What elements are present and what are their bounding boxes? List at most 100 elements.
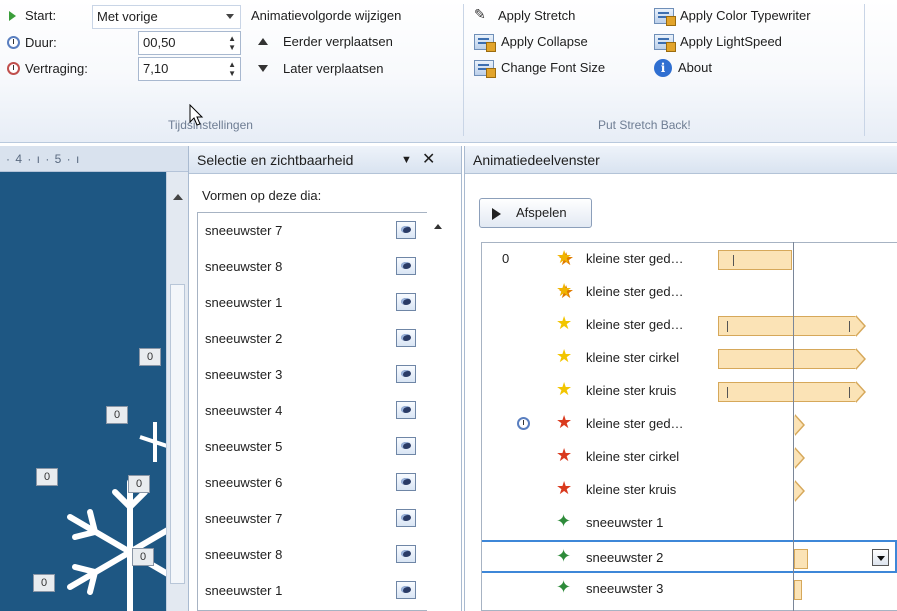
visibility-eye-icon[interactable] [396, 329, 416, 347]
timeline-tick [733, 255, 734, 266]
list-item[interactable]: sneeuwster 7 [198, 501, 427, 537]
list-item[interactable]: sneeuwster 1 [198, 573, 427, 609]
scroll-up-icon[interactable] [434, 224, 442, 229]
animation-row[interactable]: ✦ sneeuwster 2 [482, 540, 897, 573]
list-item[interactable]: sneeuwster 7 [198, 213, 427, 249]
list-item[interactable]: sneeuwster 3 [198, 357, 427, 393]
timeline-bar[interactable] [718, 250, 792, 270]
list-item[interactable]: sneeuwster 8 [198, 537, 427, 573]
timeline-arrow [855, 315, 866, 337]
shape-name: sneeuwster 6 [205, 475, 283, 490]
shapes-list-scrollbar[interactable] [427, 212, 451, 611]
visibility-eye-icon[interactable] [396, 509, 416, 527]
vertical-scrollbar[interactable] [166, 172, 188, 611]
add-in-icon [654, 8, 676, 26]
timeline-tick [849, 321, 850, 332]
delay-input[interactable]: 7,10 ▲ ▼ [138, 57, 241, 81]
animation-label: kleine ster kruis [586, 482, 677, 497]
animation-row[interactable]: ★ kleine ster kruis [482, 474, 897, 507]
apply-color-typewriter-button[interactable]: Apply Color Typewriter [652, 5, 862, 29]
start-value: Met vorige [97, 9, 158, 24]
visibility-eye-icon[interactable] [396, 545, 416, 563]
about-button[interactable]: i About [652, 57, 752, 81]
animation-row[interactable]: ★ kleine ster ged… [482, 309, 897, 342]
clock-icon [7, 36, 20, 49]
move-earlier-button[interactable]: Eerder verplaatsen [255, 30, 455, 54]
animation-list: 0 ★ kleine ster ged… ★ kleine ster ged… ★ klei… [481, 242, 897, 611]
list-item[interactable]: sneeuwster 8 [198, 249, 427, 285]
timeline-bar[interactable] [718, 349, 856, 369]
shape-name: sneeuwster 1 [205, 295, 283, 310]
visibility-eye-icon[interactable] [396, 473, 416, 491]
apply-collapse-button[interactable]: Apply Collapse [472, 31, 642, 55]
animation-row[interactable]: ★ kleine ster ged… [482, 408, 897, 441]
selection-pane: Selectie en zichtbaarheid ▼ ✕ Vormen op … [188, 146, 462, 611]
animation-row[interactable]: ✦ sneeuwster 1 [482, 507, 897, 540]
apply-stretch-label: Apply Stretch [498, 8, 576, 23]
multi-star-icon: ★ [556, 247, 573, 268]
mouse-cursor-icon [189, 104, 204, 126]
animation-number-badge[interactable]: 0 [106, 406, 128, 424]
list-item[interactable]: sneeuwster 6 [198, 465, 427, 501]
apply-lightspeed-button[interactable]: Apply LightSpeed [652, 31, 862, 55]
scroll-up-icon[interactable] [173, 194, 183, 200]
list-item[interactable]: sneeuwster 2 [198, 321, 427, 357]
timeline-bar[interactable] [718, 316, 856, 336]
multi-star-icon: ★ [556, 280, 573, 301]
shape-name: sneeuwster 1 [205, 583, 283, 598]
green-star-icon: ✦ [556, 546, 572, 567]
animation-number-badge[interactable]: 0 [139, 348, 161, 366]
info-icon: i [654, 59, 672, 77]
animation-label: kleine ster kruis [586, 383, 677, 398]
chevron-down-icon [226, 14, 234, 19]
close-icon[interactable]: ✕ [422, 146, 435, 174]
visibility-eye-icon[interactable] [396, 581, 416, 599]
apply-color-typewriter-label: Apply Color Typewriter [680, 8, 811, 23]
timeline-bar[interactable] [794, 580, 802, 600]
slide-canvas[interactable]: 0 0 0 0 0 0 [0, 172, 166, 611]
move-earlier-label: Eerder verplaatsen [283, 34, 393, 49]
apply-stretch-button[interactable]: ✎ Apply Stretch [472, 5, 642, 29]
timeline-arrow [855, 381, 866, 403]
animation-row[interactable]: 0 ★ kleine ster ged… [482, 243, 897, 276]
spinner-arrows-icon[interactable]: ▲ ▼ [228, 34, 236, 52]
play-button[interactable]: Afspelen [479, 198, 592, 228]
animation-row[interactable]: ★ kleine ster kruis [482, 375, 897, 408]
animation-row[interactable]: ★ kleine ster ged… [482, 276, 897, 309]
timeline-arrow [794, 447, 805, 469]
start-dropdown[interactable]: Met vorige [92, 5, 241, 29]
animation-row[interactable]: ★ kleine ster cirkel [482, 441, 897, 474]
shape-name: sneeuwster 8 [205, 547, 283, 562]
list-item[interactable]: sneeuwster 5 [198, 429, 427, 465]
duration-input[interactable]: 00,50 ▲ ▼ [138, 31, 241, 55]
shape-name: sneeuwster 7 [205, 511, 283, 526]
timeline-bar[interactable] [794, 549, 808, 569]
green-star-icon: ✦ [556, 511, 572, 532]
list-item[interactable]: sneeuwster 4 [198, 393, 427, 429]
pane-menu-chevron-icon[interactable]: ▼ [401, 146, 412, 174]
visibility-eye-icon[interactable] [396, 437, 416, 455]
animation-row[interactable]: ✦ sneeuwster 3 [482, 573, 897, 606]
after-previous-clock-icon [517, 417, 530, 430]
move-later-button[interactable]: Later verplaatsen [255, 56, 455, 80]
change-font-size-button[interactable]: Change Font Size [472, 57, 652, 81]
animation-number-badge[interactable]: 0 [36, 468, 58, 486]
visibility-eye-icon[interactable] [396, 257, 416, 275]
shape-name: sneeuwster 5 [205, 439, 283, 454]
visibility-eye-icon[interactable] [396, 221, 416, 239]
visibility-eye-icon[interactable] [396, 401, 416, 419]
animation-label: kleine ster cirkel [586, 449, 680, 464]
timeline-tick [849, 387, 850, 398]
animation-number-badge[interactable]: 0 [128, 475, 150, 493]
timeline-bar[interactable] [718, 382, 856, 402]
animation-number-badge[interactable]: 0 [132, 548, 154, 566]
visibility-eye-icon[interactable] [396, 365, 416, 383]
animation-number-badge[interactable]: 0 [33, 574, 55, 592]
selection-pane-header: Selectie en zichtbaarheid ▼ ✕ [189, 146, 461, 174]
visibility-eye-icon[interactable] [396, 293, 416, 311]
animation-row[interactable]: ★ kleine ster cirkel [482, 342, 897, 375]
scroll-thumb[interactable] [170, 284, 185, 584]
row-dropdown-button[interactable] [872, 549, 889, 566]
list-item[interactable]: sneeuwster 1 [198, 285, 427, 321]
spinner-arrows-icon[interactable]: ▲ ▼ [228, 60, 236, 78]
